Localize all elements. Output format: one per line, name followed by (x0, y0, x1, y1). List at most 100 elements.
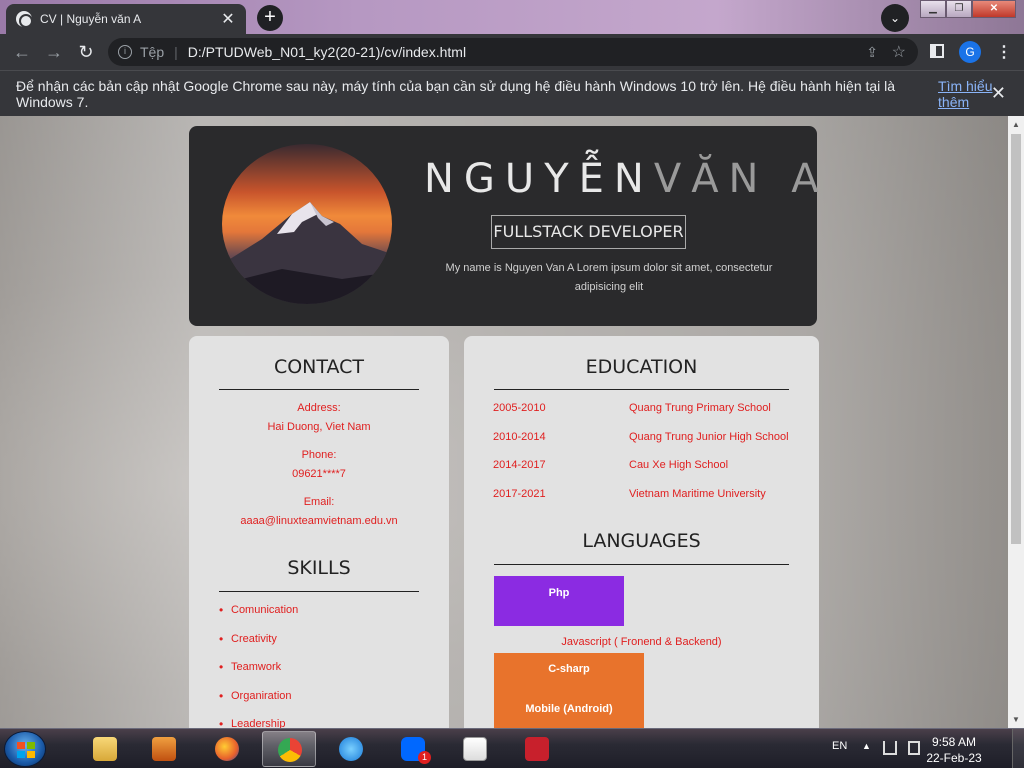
language-label: Javascript ( Fronend & Backend) (561, 636, 722, 648)
address-bar[interactable]: i Tệp | D:/PTUDWeb_N01_ky2(20-21)/cv/ind… (108, 38, 918, 66)
minimize-button[interactable]: ▁ (920, 0, 946, 18)
side-panel-icon[interactable] (930, 44, 944, 58)
network-icon[interactable] (883, 741, 897, 755)
clock-date: 22-Feb-23 (926, 751, 982, 765)
folder-icon (93, 737, 117, 761)
education-heading: EDUCATION (585, 356, 698, 378)
browser-toolbar: ← → ↻ i Tệp | D:/PTUDWeb_N01_ky2(20-21)/… (0, 34, 1024, 70)
email-value[interactable]: aaaa@linuxteamvietnam.edu.vn (189, 515, 449, 527)
language-label: C-sharp (548, 663, 590, 675)
skills-divider (219, 591, 419, 592)
skills-list: Comunication Creativity Teamwork Organir… (219, 603, 298, 728)
url-text[interactable]: D:/PTUDWeb_N01_ky2(20-21)/cv/index.html (188, 44, 466, 60)
cv-name: NGUYỄNVĂN A (424, 156, 819, 202)
clock[interactable]: 9:58 AM 22-Feb-23 (914, 734, 994, 766)
language-bar-javascript: Javascript ( Fronend & Backend) (494, 635, 789, 649)
learn-more-link[interactable]: Tìm hiểu thêm (938, 78, 1024, 110)
taskbar-app[interactable] (510, 731, 564, 767)
taskbar-firefox[interactable] (200, 731, 254, 767)
education-years: 2005-2010 (493, 402, 546, 414)
contact-heading: CONTACT (273, 356, 365, 378)
app-icon (525, 737, 549, 761)
taskbar-media-player[interactable] (137, 731, 191, 767)
page-scrollbar[interactable]: ▲ ▼ (1008, 116, 1024, 728)
profile-avatar[interactable]: G (959, 41, 981, 63)
bookmark-star-icon[interactable]: ☆ (892, 42, 906, 62)
reload-icon[interactable]: ↻ (70, 38, 102, 66)
education-divider (494, 389, 789, 390)
url-separator: | (174, 44, 178, 60)
phone-label: Phone: (301, 449, 337, 461)
cv-header: NGUYỄNVĂN A FULLSTACK DEVELOPER My name … (189, 126, 819, 326)
skill-item: Leadership (219, 717, 298, 728)
window-controls: ▁ ❐ ✕ (920, 0, 1016, 18)
close-window-button[interactable]: ✕ (972, 0, 1016, 18)
url-scheme: Tệp (140, 44, 165, 60)
languages-divider (494, 564, 789, 565)
show-desktop-button[interactable] (1012, 729, 1024, 768)
role-badge: FULLSTACK DEVELOPER (491, 215, 686, 249)
windows-logo-icon (17, 742, 35, 758)
language-indicator[interactable]: EN (832, 740, 847, 752)
browser-tab[interactable]: CV | Nguyễn văn A ✕ (6, 4, 246, 34)
firefox-icon (215, 737, 239, 761)
taskbar-chrome[interactable] (262, 731, 316, 767)
taskbar-ie[interactable] (324, 731, 378, 767)
chrome-icon (278, 738, 302, 762)
language-label: Mobile (Android) (525, 703, 613, 715)
media-player-icon (152, 737, 176, 761)
intro-text: My name is Nguyen Van A Lorem ipsum dolo… (434, 259, 784, 297)
taskbar-explorer[interactable] (78, 731, 132, 767)
menu-kebab-icon[interactable]: ⋮ (996, 42, 1012, 62)
scroll-down-icon[interactable]: ▼ (1012, 715, 1020, 724)
address-label: Address: (297, 402, 341, 414)
phone-value: 09621****7 (292, 468, 346, 480)
taskbar-unikey[interactable] (448, 731, 502, 767)
page-viewport: NGUYỄNVĂN A FULLSTACK DEVELOPER My name … (0, 116, 1008, 728)
skill-item: Creativity (219, 632, 298, 662)
email-label: Email: (303, 496, 335, 508)
scrollbar-thumb[interactable] (1011, 134, 1021, 544)
taskbar-zalo[interactable]: 1 (386, 731, 440, 767)
intro-line-1: My name is Nguyen Van A Lorem ipsum dolo… (445, 262, 773, 274)
scroll-up-icon[interactable]: ▲ (1012, 120, 1020, 129)
name-last: VĂN A (653, 156, 829, 202)
education-school: Quang Trung Primary School (629, 402, 771, 414)
tab-title: CV | Nguyễn văn A (40, 12, 142, 26)
show-hidden-icons[interactable]: ▲ (862, 741, 871, 751)
skill-item: Comunication (219, 603, 298, 633)
start-button[interactable] (4, 731, 46, 767)
education-school: Vietnam Maritime University (629, 488, 766, 500)
skill-item: Teamwork (219, 660, 298, 690)
tab-close-button[interactable]: ✕ (220, 9, 236, 29)
education-years: 2017-2021 (493, 488, 546, 500)
tab-search-button[interactable]: ⌄ (881, 4, 909, 32)
windows-taskbar: 1 EN ▲ 9:58 AM 22-Feb-23 (0, 728, 1024, 768)
language-bar-csharp: C-sharp Mobile (Android) (494, 653, 644, 728)
infobar-message: Để nhận các bản cập nhật Google Chrome s… (16, 77, 896, 110)
education-school: Quang Trung Junior High School (629, 431, 789, 443)
share-icon[interactable]: ⇪ (866, 44, 878, 61)
skill-item: Organiration (219, 689, 298, 719)
infobar-close-button[interactable]: ✕ (991, 83, 1006, 104)
language-bar-php: Php (494, 576, 624, 626)
profile-photo (222, 144, 392, 304)
back-icon[interactable]: ← (6, 38, 38, 66)
maximize-button[interactable]: ❐ (946, 0, 972, 18)
education-years: 2014-2017 (493, 459, 546, 471)
education-years: 2010-2014 (493, 431, 546, 443)
tab-strip: CV | Nguyễn văn A ✕ + ⌄ ▁ ❐ ✕ (0, 0, 1024, 34)
languages-heading: LANGUAGES (582, 530, 701, 552)
name-first: NGUYỄN (424, 156, 654, 202)
info-icon[interactable]: i (118, 45, 132, 59)
education-school: Cau Xe High School (629, 459, 729, 471)
internet-explorer-icon (339, 737, 363, 761)
forward-icon[interactable]: → (38, 38, 70, 66)
education-languages-card: EDUCATION 2005-2010 Quang Trung Primary … (464, 336, 819, 728)
language-label: Php (548, 587, 570, 599)
update-infobar: Để nhận các bản cập nhật Google Chrome s… (0, 70, 1024, 116)
clock-time: 9:58 AM (931, 735, 977, 749)
skills-heading: SKILLS (287, 557, 351, 579)
globe-icon (16, 11, 33, 28)
new-tab-button[interactable]: + (257, 5, 283, 31)
